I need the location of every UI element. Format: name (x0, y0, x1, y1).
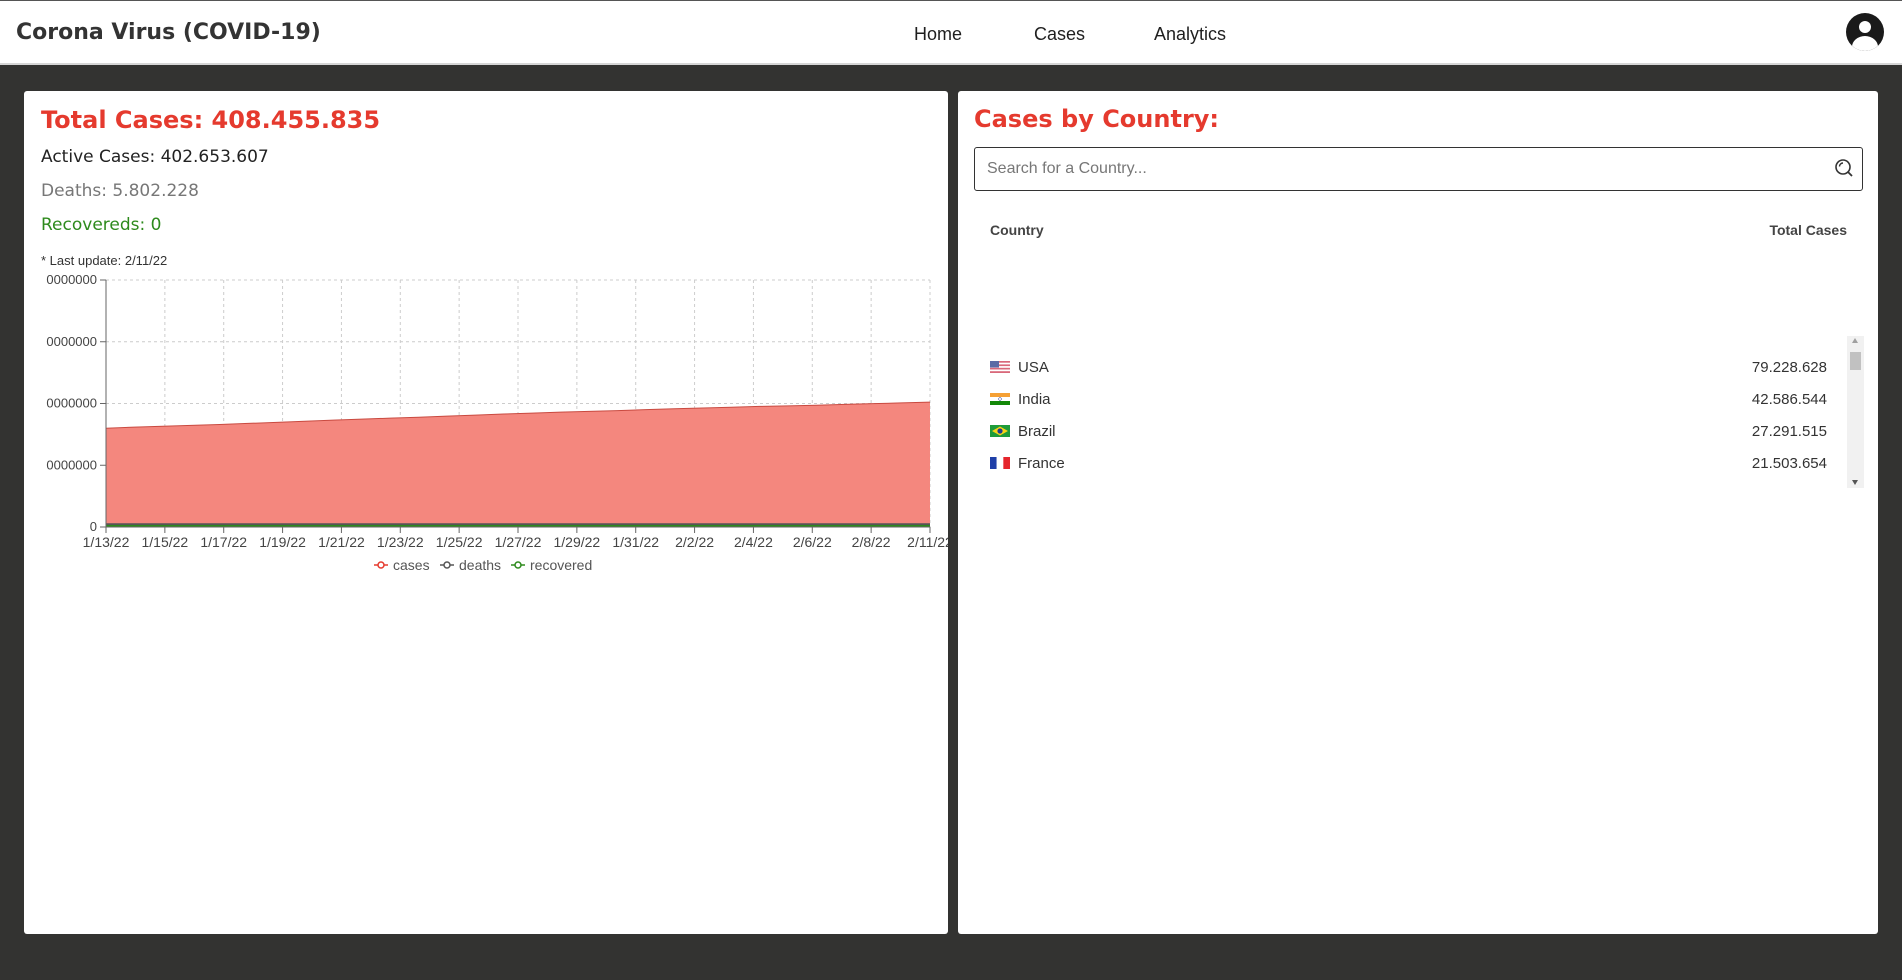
last-update: * Last update: 2/11/22 (41, 253, 168, 268)
country-search-box (974, 147, 1863, 191)
country-total: 27.291.515 (1751, 423, 1827, 440)
search-icon[interactable] (1834, 158, 1854, 178)
x-tick-label: 1/15/22 (141, 534, 188, 550)
usa-flag-icon (990, 361, 1010, 373)
x-tick-label: 1/23/22 (377, 534, 424, 550)
series-area-cases (106, 402, 930, 527)
cases-area-chart: 000000000000000000000000000001/13/22 1/15… (46, 275, 948, 573)
app-title: Corona Virus (COVID-19) (16, 20, 321, 45)
country-name: USA (1018, 359, 1049, 376)
country-list: USA 79.228.628 India 42.586.544 Brazil 2… (974, 246, 1863, 490)
scroll-down-arrow-icon[interactable] (1852, 480, 1858, 485)
country-list-scrollbar[interactable] (1847, 336, 1864, 488)
deaths-count: Deaths: 5.802.228 (41, 181, 199, 201)
total-cases: Total Cases: 408.455.835 (41, 106, 381, 134)
y-tick-label: 0000000 (46, 334, 97, 349)
column-header-country[interactable]: Country (990, 222, 1044, 238)
countries-title: Cases by Country: (974, 105, 1220, 133)
table-row[interactable]: India 42.586.544 (974, 384, 1844, 414)
scroll-up-arrow-icon[interactable] (1852, 338, 1858, 343)
nav-analytics[interactable]: Analytics (1154, 24, 1226, 45)
legend-marker-icon (514, 561, 522, 569)
country-name: India (1018, 391, 1051, 408)
france-flag-icon (990, 457, 1010, 469)
country-total: 21.503.654 (1751, 455, 1827, 472)
country-name: France (1018, 455, 1065, 472)
top-navbar: Corona Virus (COVID-19) Home Cases Analy… (0, 0, 1902, 65)
table-row[interactable]: USA 79.228.628 (974, 352, 1844, 382)
summary-card: Total Cases: 408.455.835 Active Cases: 4… (24, 91, 948, 934)
brazil-flag-icon (990, 425, 1010, 437)
table-row[interactable]: Brazil 27.291.515 (974, 416, 1844, 446)
x-tick-label: 1/25/22 (436, 534, 483, 550)
chart-legend: cases deaths recovered (374, 557, 592, 573)
x-tick-label: 1/31/22 (612, 534, 659, 550)
legend-marker-icon (377, 561, 385, 569)
country-total: 42.586.544 (1751, 391, 1827, 408)
table-row[interactable]: France 21.503.654 (974, 448, 1844, 478)
legend-label-recovered: recovered (530, 557, 592, 573)
x-tick-label: 2/2/22 (675, 534, 714, 550)
x-tick-label: 2/11/22 (907, 534, 948, 550)
legend-label-cases: cases (393, 557, 430, 573)
x-tick-label: 1/17/22 (200, 534, 247, 550)
y-tick-label: 0000000 (46, 457, 97, 472)
nav-cases[interactable]: Cases (1034, 24, 1085, 45)
active-cases: Active Cases: 402.653.607 (41, 147, 269, 167)
x-tick-label: 1/19/22 (259, 534, 306, 550)
x-tick-label: 1/27/22 (495, 534, 542, 550)
x-tick-label: 2/4/22 (734, 534, 773, 550)
countries-card: Cases by Country: Country Total Cases US… (958, 91, 1878, 934)
india-flag-icon (990, 393, 1010, 405)
x-tick-label: 1/29/22 (553, 534, 600, 550)
legend-label-deaths: deaths (459, 557, 501, 573)
country-search-input[interactable] (975, 148, 1815, 189)
nav-home[interactable]: Home (914, 24, 962, 45)
column-header-total-cases[interactable]: Total Cases (1769, 222, 1847, 238)
account-circle-icon[interactable] (1846, 13, 1884, 51)
y-tick-label: 0000000 (46, 275, 97, 287)
x-tick-label: 2/8/22 (852, 534, 891, 550)
country-total: 79.228.628 (1751, 359, 1827, 376)
y-tick-label: 0000000 (46, 396, 97, 411)
recovered-count: Recovereds: 0 (41, 215, 162, 235)
scrollbar-thumb[interactable] (1850, 352, 1861, 370)
x-tick-label: 1/13/22 (83, 534, 130, 550)
legend-marker-icon (443, 561, 451, 569)
x-tick-label: 1/21/22 (318, 534, 365, 550)
y-tick-label: 0 (90, 519, 97, 534)
country-name: Brazil (1018, 423, 1056, 440)
x-tick-label: 2/6/22 (793, 534, 832, 550)
